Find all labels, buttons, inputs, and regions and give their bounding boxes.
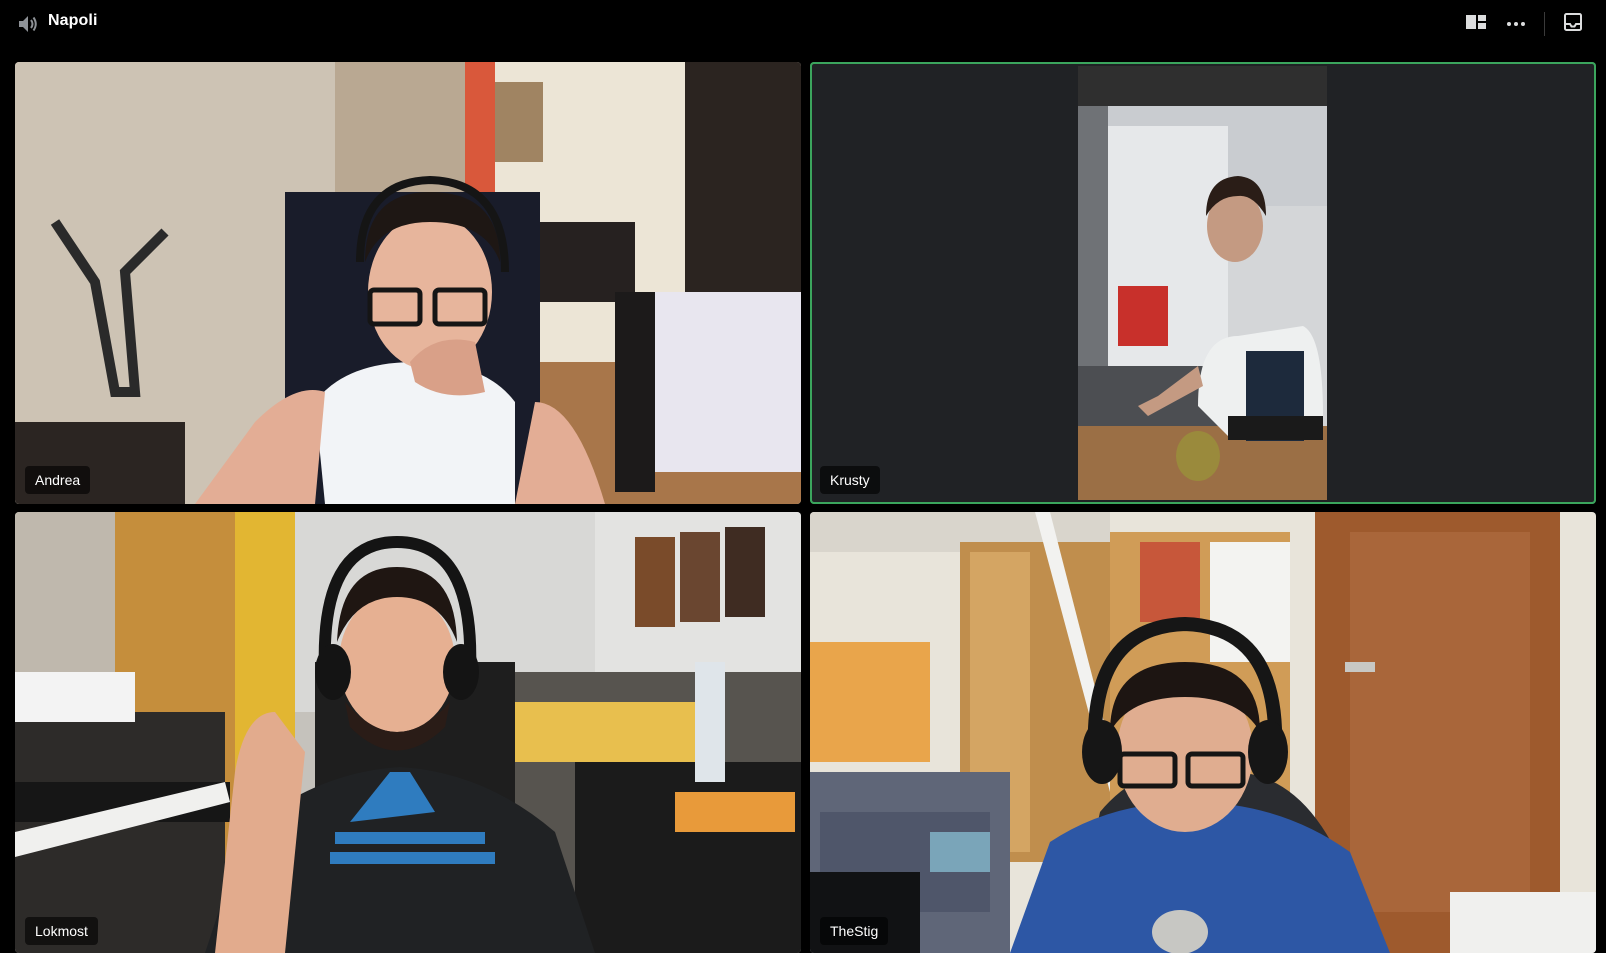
video-tile[interactable]: Andrea	[15, 62, 801, 504]
grid-layout-icon	[1464, 12, 1488, 37]
toolbar-divider	[1544, 12, 1545, 36]
inbox-button[interactable]	[1559, 10, 1587, 38]
participant-video	[15, 62, 801, 504]
participant-video	[1078, 66, 1327, 500]
participant-name: TheStig	[820, 917, 889, 945]
video-tile-speaking[interactable]: Krusty	[810, 62, 1596, 504]
participant-name: Krusty	[820, 466, 880, 494]
video-tile[interactable]: TheStig	[810, 512, 1596, 953]
speaker-icon	[16, 13, 40, 35]
channel-title: Napoli	[48, 12, 98, 29]
inbox-icon	[1562, 11, 1584, 38]
more-options-button[interactable]	[1502, 10, 1530, 38]
participant-name: Andrea	[25, 466, 91, 494]
layout-toggle-button[interactable]	[1462, 10, 1490, 38]
video-tile[interactable]: Lokmost	[15, 512, 801, 953]
participant-video	[15, 512, 801, 953]
participant-name: Lokmost	[25, 917, 98, 945]
participant-video	[810, 512, 1596, 953]
call-header: Napoli	[0, 0, 1606, 48]
more-options-icon	[1505, 15, 1527, 33]
